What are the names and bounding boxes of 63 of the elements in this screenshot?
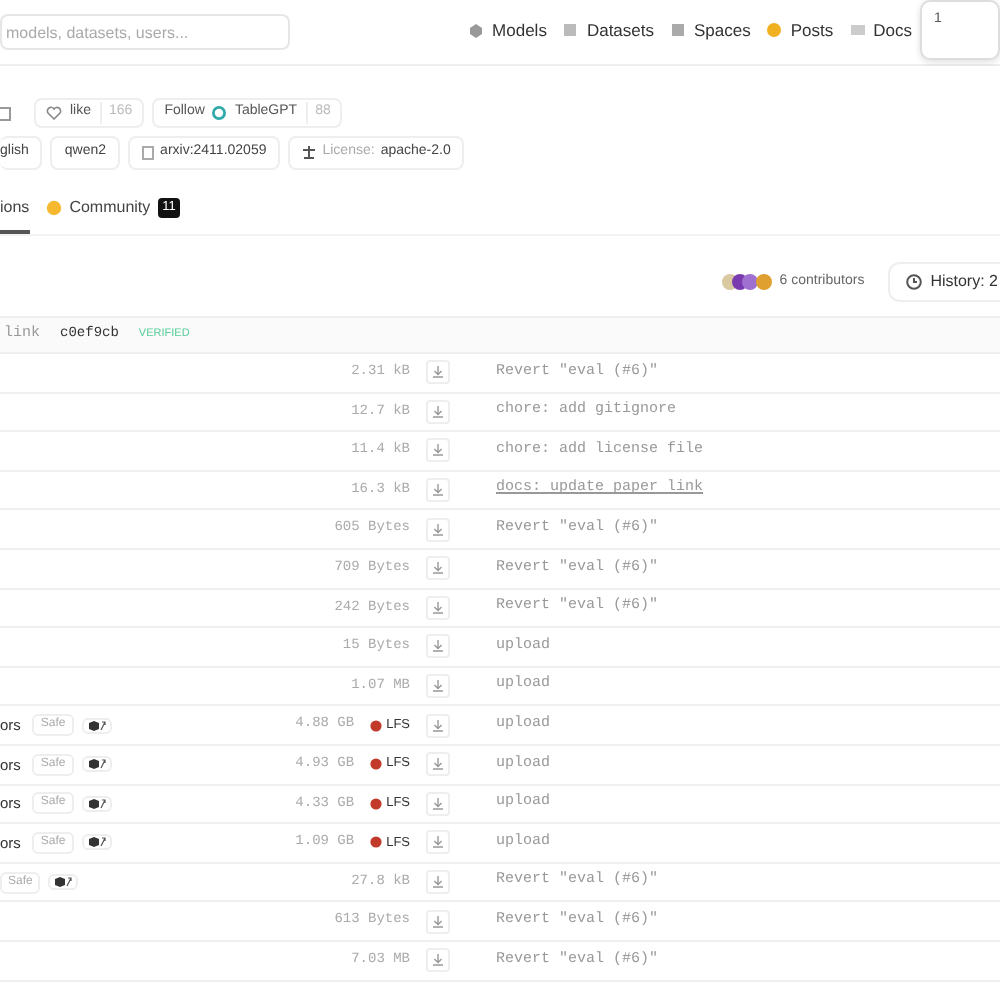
download-icon — [432, 366, 444, 379]
scan-button[interactable] — [81, 756, 112, 773]
download-icon — [432, 640, 444, 653]
download-button[interactable] — [426, 595, 450, 620]
cube-icon — [468, 22, 485, 39]
download-button[interactable] — [426, 752, 450, 777]
download-button[interactable] — [426, 517, 450, 542]
heart-icon — [46, 106, 62, 120]
package-icon — [54, 876, 73, 889]
download-button[interactable] — [426, 438, 450, 463]
download-button[interactable] — [426, 870, 450, 895]
org-logo-icon — [212, 106, 227, 120]
package-icon — [87, 836, 106, 849]
dot-icon — [766, 22, 783, 39]
download-icon — [432, 836, 444, 849]
contributor-avatars-drawing — [721, 272, 774, 292]
download-button[interactable] — [426, 948, 450, 973]
copy-icon — [0, 105, 12, 121]
download-icon — [432, 405, 444, 418]
download-button[interactable] — [426, 791, 450, 816]
nav-link[interactable]: Datasets — [562, 18, 654, 44]
download-icon — [432, 562, 444, 575]
search-field[interactable]: models, datasets, users... — [0, 14, 290, 50]
download-icon — [432, 444, 444, 457]
nav-link[interactable]: Posts — [766, 18, 834, 44]
scan-button[interactable] — [81, 717, 112, 734]
download-button[interactable] — [426, 556, 450, 581]
package-icon — [87, 758, 106, 771]
download-icon — [432, 876, 444, 889]
package-icon — [87, 797, 106, 810]
download-icon — [432, 797, 444, 810]
download-icon — [432, 758, 444, 771]
download-button[interactable] — [426, 713, 450, 738]
nav-link[interactable]: Spaces — [670, 18, 751, 44]
download-icon — [432, 719, 444, 732]
tab[interactable]: ions — [0, 196, 30, 234]
download-button[interactable] — [426, 909, 450, 934]
scan-button[interactable] — [81, 795, 112, 812]
lfs-icon — [370, 797, 383, 810]
lfs-icon — [370, 719, 383, 732]
scale-icon — [302, 146, 317, 160]
lfs-icon — [370, 758, 383, 771]
download-button[interactable] — [426, 478, 450, 503]
clock-icon — [906, 274, 923, 290]
download-button[interactable] — [426, 634, 450, 659]
download-button[interactable] — [426, 830, 450, 855]
package-icon — [87, 719, 106, 732]
scan-button[interactable] — [48, 874, 79, 891]
download-icon — [432, 954, 444, 967]
download-icon — [432, 484, 444, 497]
download-button[interactable] — [426, 399, 450, 424]
download-icon — [432, 523, 444, 536]
nav-link[interactable]: Docs — [849, 18, 912, 44]
download-icon — [432, 601, 444, 614]
download-icon — [432, 680, 444, 693]
document-icon — [142, 146, 155, 160]
download-button[interactable] — [426, 674, 450, 699]
history-button[interactable]: History: 2 — [888, 262, 1000, 302]
download-icon — [432, 915, 444, 928]
download-button[interactable] — [426, 360, 450, 385]
lfs-icon — [370, 836, 383, 849]
scan-button[interactable] — [81, 834, 112, 851]
nav-link[interactable]: Models — [468, 18, 547, 44]
